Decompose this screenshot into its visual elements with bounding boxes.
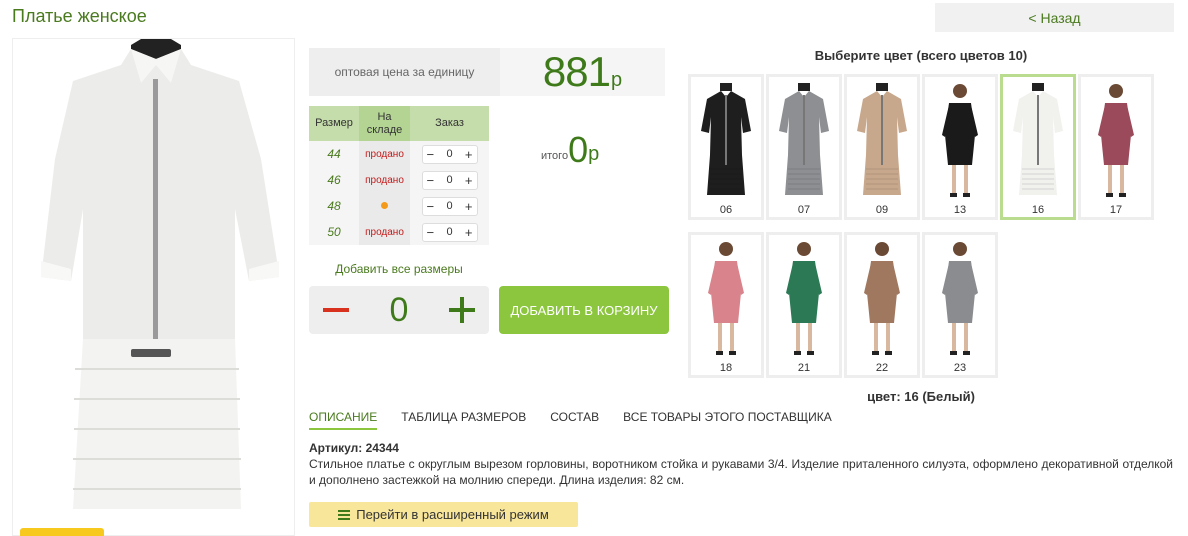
color-number: 18	[719, 362, 733, 374]
increment-button[interactable]: +	[465, 200, 473, 213]
dress-thumbnail	[708, 242, 744, 355]
table-row: 46 продано − 0 +	[309, 167, 489, 193]
color-number: 22	[875, 362, 889, 374]
quantity-value: 0	[446, 200, 453, 212]
size-table: Размер На складе Заказ 44 продано − 0 + …	[309, 106, 489, 245]
total-label: итого	[541, 150, 569, 162]
table-row: 50 продано − 0 +	[309, 219, 489, 245]
minus-icon[interactable]	[323, 308, 349, 312]
all-sizes-stepper: 0	[309, 286, 489, 334]
color-swatch-13[interactable]: 13	[922, 74, 998, 220]
decrement-button[interactable]: −	[427, 226, 435, 239]
increment-button[interactable]: +	[465, 174, 473, 187]
advanced-mode-label: Перейти в расширенный режим	[356, 507, 549, 522]
stock-status: продано	[359, 219, 410, 245]
dress-thumbnail	[942, 242, 978, 355]
quantity-stepper[interactable]: − 0 +	[421, 196, 478, 216]
stock-status	[359, 193, 410, 219]
dress-thumbnail	[1098, 84, 1134, 197]
color-swatch-07[interactable]: 07	[766, 74, 842, 220]
add-to-cart-button[interactable]: ДОБАВИТЬ В КОРЗИНУ	[499, 286, 669, 334]
dress-thumbnail	[942, 84, 978, 197]
quantity-stepper[interactable]: − 0 +	[421, 170, 478, 190]
color-number: 17	[1109, 204, 1123, 216]
list-icon	[338, 509, 351, 520]
stock-status: продано	[359, 167, 410, 193]
color-swatch-18[interactable]: 18	[688, 232, 764, 378]
product-tabs: ОПИСАНИЕ ТАБЛИЦА РАЗМЕРОВ СОСТАВ ВСЕ ТОВ…	[309, 410, 832, 430]
size-header: Размер	[309, 106, 359, 141]
order-total: итого 0 р	[541, 132, 599, 168]
color-picker-title: Выберите цвет (всего цветов 10)	[814, 48, 1028, 63]
decrement-button[interactable]: −	[427, 200, 435, 213]
size-value: 50	[309, 219, 359, 245]
advanced-mode-button[interactable]: Перейти в расширенный режим	[309, 502, 578, 527]
quantity-value: 0	[446, 174, 453, 186]
plus-icon[interactable]	[448, 297, 475, 323]
color-number: 23	[953, 362, 967, 374]
dress-thumbnail	[786, 242, 822, 355]
stock-header: На складе	[359, 106, 410, 141]
total-amount: 0	[568, 129, 589, 170]
color-number: 09	[875, 204, 889, 216]
dress-thumbnail	[864, 242, 900, 355]
price-currency: р	[610, 69, 623, 91]
color-number: 21	[797, 362, 811, 374]
tab-description[interactable]: ОПИСАНИЕ	[309, 410, 378, 430]
quantity-stepper[interactable]: − 0 +	[421, 144, 478, 164]
page-title: Платье женское	[12, 6, 147, 26]
color-number: 16	[1031, 204, 1045, 216]
article-number: Артикул: 24344	[309, 441, 399, 455]
color-number: 13	[953, 204, 967, 216]
decrement-button[interactable]: −	[427, 174, 435, 187]
size-value: 48	[309, 193, 359, 219]
price-value: 881 р	[500, 48, 665, 96]
tab-size-chart[interactable]: ТАБЛИЦА РАЗМЕРОВ	[401, 410, 526, 430]
order-header: Заказ	[410, 106, 489, 141]
selected-color-caption: цвет: 16 (Белый)	[867, 389, 975, 404]
total-currency: р	[588, 143, 600, 165]
size-value: 44	[309, 141, 359, 167]
table-row: 44 продано − 0 +	[309, 141, 489, 167]
tab-supplier-products[interactable]: ВСЕ ТОВАРЫ ЭТОГО ПОСТАВЩИКА	[623, 410, 832, 430]
quantity-value: 0	[446, 148, 453, 160]
color-swatch-23[interactable]: 23	[922, 232, 998, 378]
dress-thumbnail	[701, 83, 751, 195]
size-value: 46	[309, 167, 359, 193]
dress-thumbnail	[1013, 83, 1063, 195]
all-sizes-quantity: 0	[389, 290, 409, 329]
main-product-photo[interactable]	[12, 38, 295, 536]
quantity-stepper[interactable]: − 0 +	[421, 222, 478, 242]
color-swatch-09[interactable]: 09	[844, 74, 920, 220]
product-description: Стильное платье с округлым вырезом горло…	[309, 457, 1173, 487]
tab-composition[interactable]: СОСТАВ	[550, 410, 599, 430]
quantity-value: 0	[446, 226, 453, 238]
color-swatch-17[interactable]: 17	[1078, 74, 1154, 220]
color-swatch-22[interactable]: 22	[844, 232, 920, 378]
dress-thumbnail	[857, 83, 907, 195]
color-swatch-21[interactable]: 21	[766, 232, 842, 378]
price-amount: 881	[542, 48, 611, 95]
dress-thumbnail	[779, 83, 829, 195]
color-swatch-16[interactable]: 16	[1000, 74, 1076, 220]
color-swatch-06[interactable]: 06	[688, 74, 764, 220]
price-label: оптовая цена за единицу	[309, 48, 500, 96]
add-all-sizes-label: Добавить все размеры	[335, 262, 463, 276]
stock-status: продано	[359, 141, 410, 167]
increment-button[interactable]: +	[465, 226, 473, 239]
back-button[interactable]: < Назад	[935, 3, 1174, 32]
photo-badge	[20, 528, 104, 536]
decrement-button[interactable]: −	[427, 148, 435, 161]
in-stock-dot-icon	[381, 201, 388, 209]
color-number: 07	[797, 204, 811, 216]
increment-button[interactable]: +	[465, 148, 473, 161]
price-block: оптовая цена за единицу 881 р	[309, 48, 665, 96]
color-number: 06	[719, 204, 733, 216]
table-row: 48 − 0 +	[309, 193, 489, 219]
